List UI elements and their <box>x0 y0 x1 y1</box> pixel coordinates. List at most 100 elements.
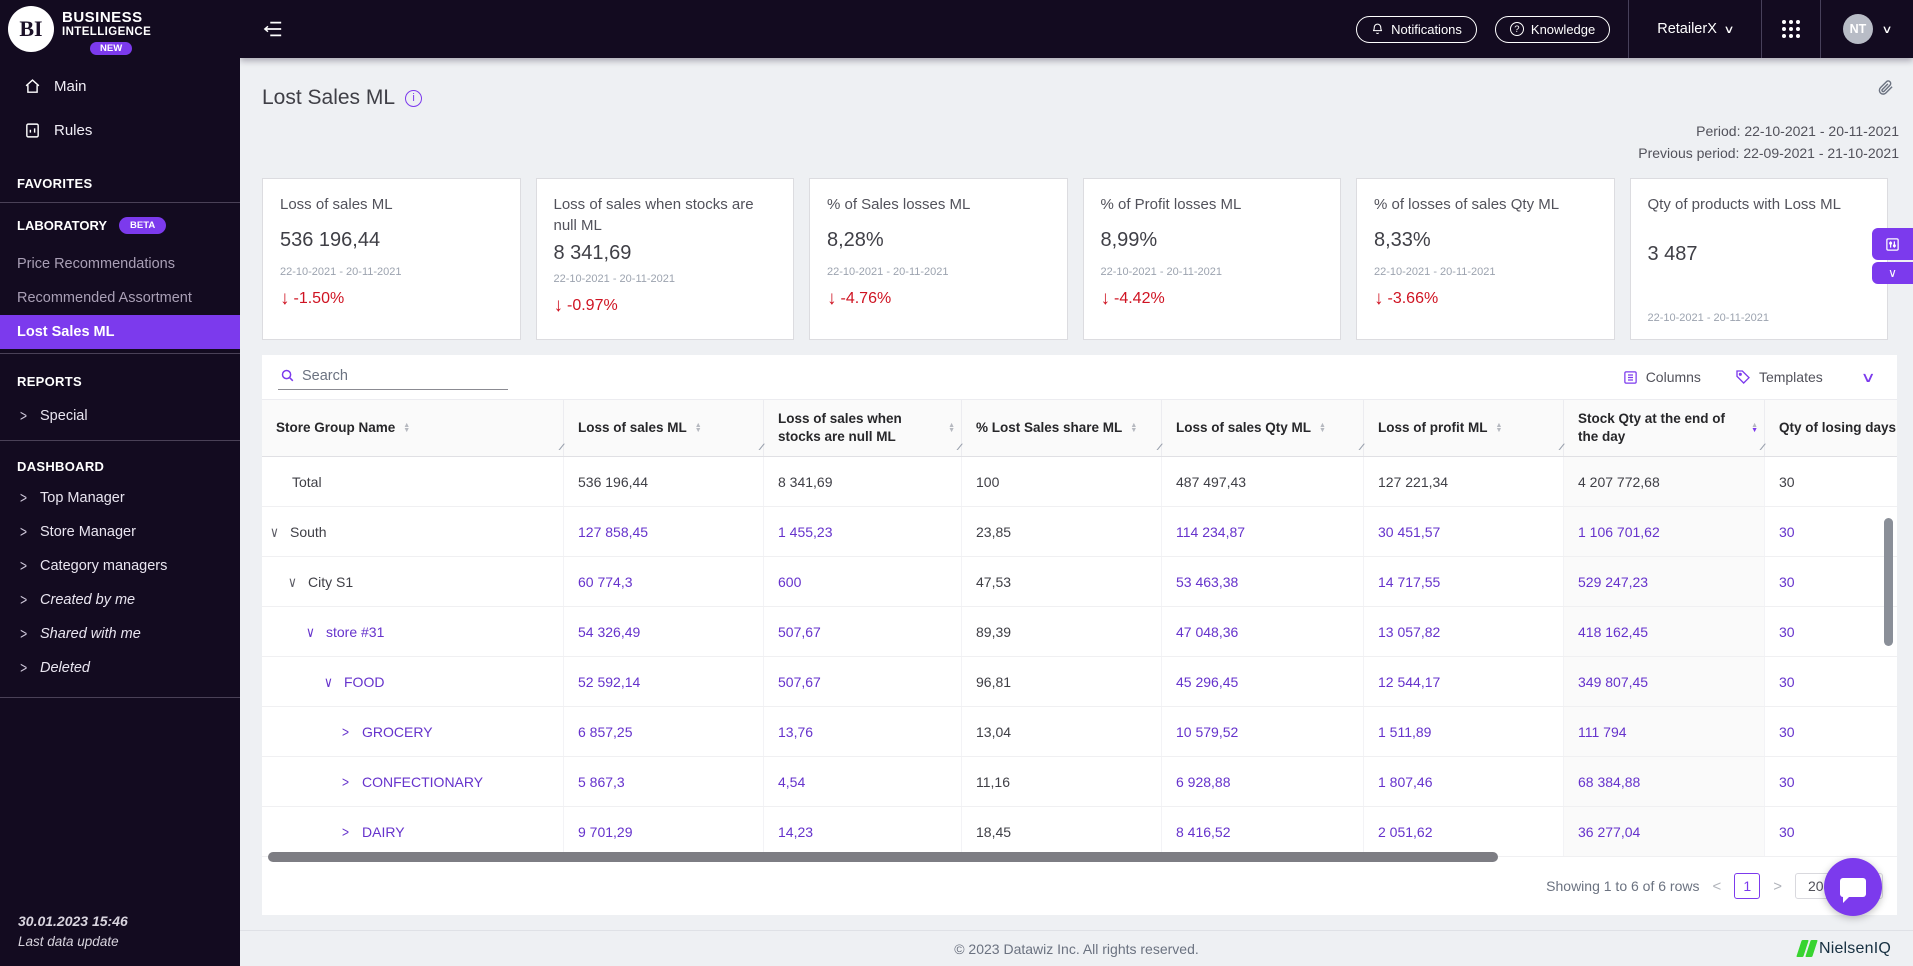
cell[interactable]: 507,67 <box>764 657 962 706</box>
row-label[interactable]: store #31 <box>326 624 384 640</box>
column-resize-handle[interactable]: ∕∕ <box>560 442 562 454</box>
cell[interactable]: 53 463,38 <box>1162 557 1364 606</box>
cell[interactable]: 68 384,88 <box>1564 757 1765 806</box>
search-input[interactable] <box>302 367 506 384</box>
retailer-dropdown[interactable]: RetailerX ∨ <box>1629 21 1761 37</box>
chevron-down-icon[interactable]: ∨ <box>270 523 282 540</box>
row-label[interactable]: South <box>290 524 327 540</box>
cell[interactable]: 30 <box>1765 707 1897 756</box>
cell[interactable]: 507,67 <box>764 607 962 656</box>
knowledge-button[interactable]: ? Knowledge <box>1494 15 1611 43</box>
chevron-right-icon[interactable]: > <box>342 723 354 740</box>
cell[interactable]: 52 592,14 <box>564 657 764 706</box>
sidebar-item-lost-sales-ml[interactable]: Lost Sales ML <box>0 315 240 349</box>
cell[interactable]: 1 455,23 <box>764 507 962 556</box>
chevron-right-icon[interactable]: > <box>342 773 354 790</box>
cell[interactable]: 14,23 <box>764 807 962 856</box>
cell[interactable]: 47 048,36 <box>1162 607 1364 656</box>
prev-page-icon[interactable]: < <box>1709 878 1724 895</box>
cell[interactable]: 30 451,57 <box>1364 507 1564 556</box>
column-header[interactable]: Loss of sales ML <box>578 419 687 437</box>
column-header[interactable]: Qty of losing days <box>1779 419 1896 437</box>
cell[interactable]: 30 <box>1765 507 1897 556</box>
column-resize-handle[interactable]: ∕∕ <box>1761 442 1763 454</box>
cell[interactable]: 127 858,45 <box>564 507 764 556</box>
cell[interactable]: 12 544,17 <box>1364 657 1564 706</box>
column-header[interactable]: Loss of profit ML <box>1378 419 1487 437</box>
cell[interactable]: 54 326,49 <box>564 607 764 656</box>
sidebar-item-deleted[interactable]: > Deleted <box>0 651 240 685</box>
column-resize-handle[interactable]: ∕∕ <box>1158 442 1160 454</box>
columns-button[interactable]: Columns <box>1623 369 1701 385</box>
cell[interactable]: 8 416,52 <box>1162 807 1364 856</box>
cell[interactable]: 30 <box>1765 607 1897 656</box>
sidebar-item-price-recommendations[interactable]: Price Recommendations <box>0 247 240 281</box>
cell[interactable]: 60 774,3 <box>564 557 764 606</box>
info-icon[interactable]: i <box>405 89 423 107</box>
cell[interactable]: 30 <box>1765 657 1897 706</box>
chat-button[interactable] <box>1824 858 1882 916</box>
cell[interactable]: 5 867,3 <box>564 757 764 806</box>
chevron-down-icon[interactable]: ∨ <box>324 673 336 690</box>
menu-fold-icon[interactable] <box>262 19 284 39</box>
sidebar-item-main[interactable]: Main <box>0 64 240 108</box>
app-logo[interactable]: BI BUSINESS INTELLIGENCE NEW <box>0 0 240 64</box>
cell[interactable]: 111 794 <box>1564 707 1765 756</box>
collapse-table-chevron[interactable]: ∨ <box>1860 369 1875 386</box>
cell[interactable]: 114 234,87 <box>1162 507 1364 556</box>
sidebar-item-recommended-assortment[interactable]: Recommended Assortment <box>0 281 240 315</box>
next-page-icon[interactable]: > <box>1770 878 1785 895</box>
row-label[interactable]: CONFECTIONARY <box>362 774 483 790</box>
sidebar-item-shared-with-me[interactable]: > Shared with me <box>0 617 240 651</box>
cell[interactable]: 13,76 <box>764 707 962 756</box>
page-number[interactable]: 1 <box>1734 873 1761 899</box>
cell[interactable]: 349 807,45 <box>1564 657 1765 706</box>
sidebar-item-category-managers[interactable]: > Category managers <box>0 549 240 583</box>
cell[interactable]: 6 928,88 <box>1162 757 1364 806</box>
chevron-down-icon[interactable]: ∨ <box>306 623 318 640</box>
cell[interactable]: 13 057,82 <box>1364 607 1564 656</box>
column-header[interactable]: Loss of sales Qty ML <box>1176 419 1311 437</box>
cell[interactable]: 2 051,62 <box>1364 807 1564 856</box>
sidebar-item-store-manager[interactable]: > Store Manager <box>0 515 240 549</box>
sort-icon[interactable]: ▲ ▼ <box>1319 422 1326 434</box>
sort-icon-active[interactable]: ▲ ▼ <box>1751 422 1758 434</box>
link-icon[interactable] <box>1875 78 1895 98</box>
apps-grid-icon[interactable] <box>1762 20 1820 38</box>
cell[interactable]: 9 701,29 <box>564 807 764 856</box>
kpi-settings-button[interactable] <box>1872 228 1913 260</box>
cell[interactable]: 30 <box>1765 807 1897 856</box>
sort-icon[interactable]: ▲ ▼ <box>695 422 702 434</box>
collapse-cards-button[interactable]: ∨ <box>1872 262 1913 284</box>
sort-icon[interactable]: ▲ ▼ <box>403 422 410 434</box>
row-label[interactable]: DAIRY <box>362 824 405 840</box>
cell[interactable]: 30 <box>1765 557 1897 606</box>
cell[interactable]: 529 247,23 <box>1564 557 1765 606</box>
cell[interactable]: 1 106 701,62 <box>1564 507 1765 556</box>
cell[interactable]: 6 857,25 <box>564 707 764 756</box>
templates-button[interactable]: Templates <box>1735 369 1823 385</box>
notifications-button[interactable]: Notifications <box>1356 15 1477 43</box>
cell[interactable]: 600 <box>764 557 962 606</box>
vertical-scrollbar[interactable] <box>1884 518 1893 646</box>
cell[interactable]: 4,54 <box>764 757 962 806</box>
cell[interactable]: 45 296,45 <box>1162 657 1364 706</box>
cell[interactable]: 418 162,45 <box>1564 607 1765 656</box>
column-resize-handle[interactable]: ∕∕ <box>958 442 960 454</box>
sidebar-item-created-by-me[interactable]: > Created by me <box>0 583 240 617</box>
column-header[interactable]: Stock Qty at the end of the day <box>1578 410 1743 445</box>
column-resize-handle[interactable]: ∕∕ <box>1560 442 1562 454</box>
sidebar-item-special[interactable]: > Special <box>0 396 240 436</box>
cell[interactable]: 10 579,52 <box>1162 707 1364 756</box>
sidebar-item-top-manager[interactable]: > Top Manager <box>0 481 240 515</box>
horizontal-scrollbar[interactable] <box>268 852 1498 862</box>
column-resize-handle[interactable]: ∕∕ <box>760 442 762 454</box>
sort-icon[interactable]: ▲ ▼ <box>1130 422 1137 434</box>
chevron-down-icon[interactable]: ∨ <box>288 573 300 590</box>
chevron-right-icon[interactable]: > <box>342 823 354 840</box>
column-resize-handle[interactable]: ∕∕ <box>1360 442 1362 454</box>
cell[interactable]: 14 717,55 <box>1364 557 1564 606</box>
sort-icon[interactable]: ▲ ▼ <box>948 422 955 434</box>
row-label[interactable]: City S1 <box>308 574 353 590</box>
sort-icon[interactable]: ▲ ▼ <box>1495 422 1502 434</box>
